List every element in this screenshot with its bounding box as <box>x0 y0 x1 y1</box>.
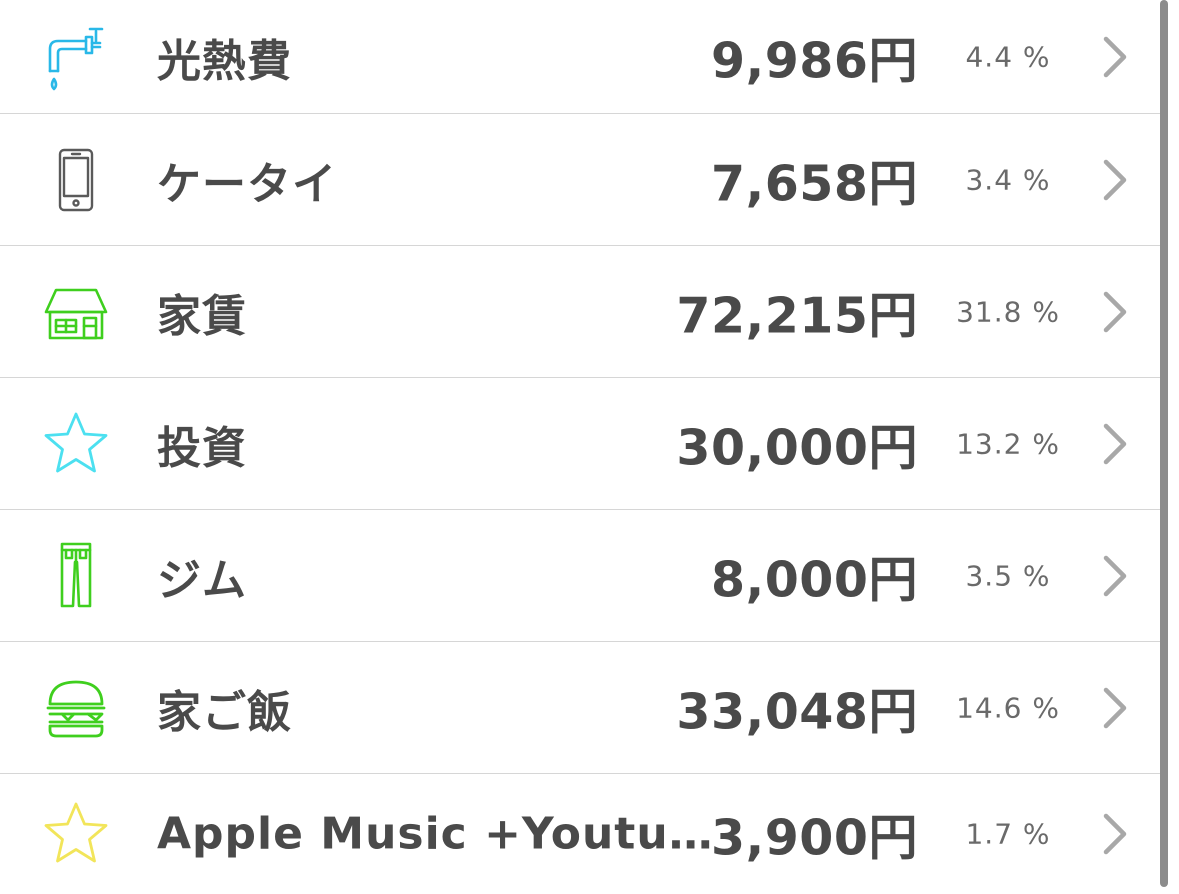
chevron-right-icon <box>1098 288 1134 336</box>
category-label: 家ご飯 <box>157 686 292 738</box>
category-label: 投資 <box>157 422 247 474</box>
category-amount: 33,048円 <box>676 683 918 740</box>
category-row-home-meals[interactable]: 家ご飯 33,048円 14.6 % <box>0 642 1160 774</box>
category-row-apple-music[interactable]: Apple Music +Youtu… 3,900円 1.7 % <box>0 774 1160 894</box>
star-icon <box>40 798 112 870</box>
chevron-right-icon <box>1098 684 1134 732</box>
star-icon <box>40 408 112 480</box>
category-amount: 72,215円 <box>676 287 918 344</box>
category-row-rent[interactable]: 家賃 72,215円 31.8 % <box>0 246 1160 378</box>
category-label: 家賃 <box>157 290 247 342</box>
category-label: Apple Music +Youtu… <box>157 808 714 860</box>
pants-icon <box>40 540 112 612</box>
category-label: 光熱費 <box>157 35 292 87</box>
category-amount: 3,900円 <box>711 809 918 867</box>
category-row-investment[interactable]: 投資 30,000円 13.2 % <box>0 378 1160 510</box>
faucet-icon <box>40 21 112 93</box>
category-amount: 30,000円 <box>676 419 918 476</box>
chevron-right-icon <box>1098 810 1134 858</box>
chevron-right-icon <box>1098 156 1134 204</box>
category-row-mobile[interactable]: ケータイ 7,658円 3.4 % <box>0 114 1160 246</box>
chevron-right-icon <box>1098 552 1134 600</box>
category-amount: 9,986円 <box>711 32 918 89</box>
scrollbar[interactable] <box>1160 0 1168 887</box>
category-percent: 14.6 % <box>956 691 1060 724</box>
category-percent: 4.4 % <box>965 40 1051 73</box>
chevron-right-icon <box>1098 33 1134 81</box>
category-percent: 1.7 % <box>965 817 1051 851</box>
category-row-gym[interactable]: ジム 8,000円 3.5 % <box>0 510 1160 642</box>
category-percent: 31.8 % <box>956 295 1060 328</box>
category-label: ケータイ <box>157 158 337 210</box>
category-percent: 13.2 % <box>956 427 1060 460</box>
house-icon <box>40 276 112 348</box>
chevron-right-icon <box>1098 420 1134 468</box>
category-percent: 3.5 % <box>965 559 1051 592</box>
category-label: ジム <box>157 554 247 606</box>
category-amount: 7,658円 <box>711 155 918 212</box>
smartphone-icon <box>40 144 112 216</box>
category-row-utilities[interactable]: 光熱費 9,986円 4.4 % <box>0 0 1160 114</box>
category-list: 光熱費 9,986円 4.4 % ケータイ 7,658円 3.4 % 家賃 72… <box>0 0 1160 894</box>
category-percent: 3.4 % <box>965 163 1051 196</box>
burger-icon <box>40 672 112 744</box>
category-amount: 8,000円 <box>711 551 918 608</box>
